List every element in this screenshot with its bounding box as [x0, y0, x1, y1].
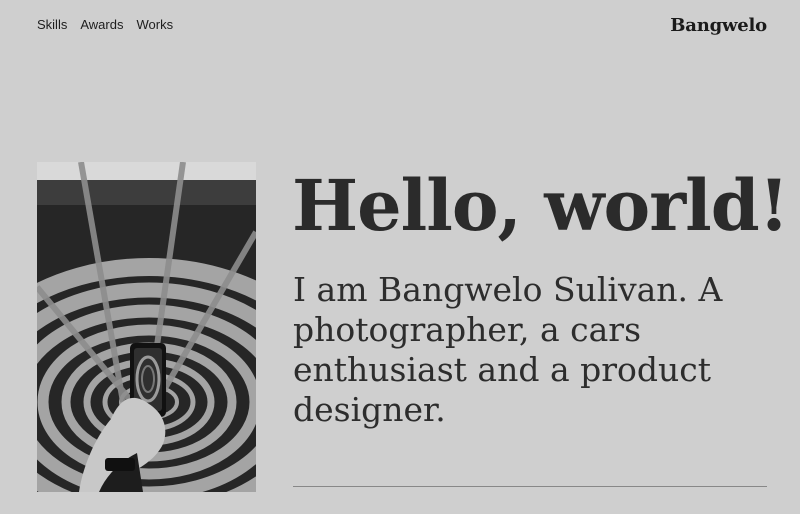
section-divider — [293, 486, 767, 487]
hero-intro: I am Bangwelo Sulivan. A photographer, a… — [293, 270, 723, 429]
hero-photo — [37, 162, 256, 492]
top-nav: Skills Awards Works — [37, 17, 173, 33]
nav-link-works[interactable]: Works — [136, 17, 173, 33]
spiral-garage-photo-icon — [37, 162, 256, 492]
nav-link-awards[interactable]: Awards — [80, 17, 123, 33]
nav-link-skills[interactable]: Skills — [37, 17, 67, 33]
hero-headline: Hello, world! — [292, 164, 789, 247]
brand-logo[interactable]: Bangwelo — [670, 15, 767, 36]
